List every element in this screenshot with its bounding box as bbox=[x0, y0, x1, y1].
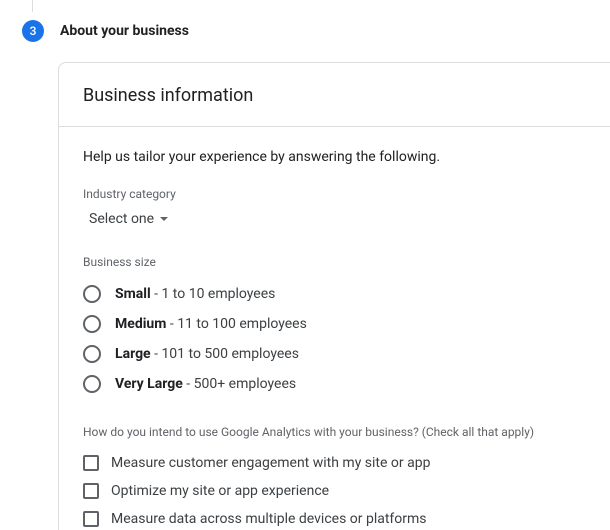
checkbox-icon bbox=[83, 483, 99, 499]
checkbox-label: Measure customer engagement with my site… bbox=[111, 455, 430, 471]
step-number-badge: 3 bbox=[22, 20, 44, 42]
size-radio-group: Small - 1 to 10 employees Medium - 11 to… bbox=[83, 279, 586, 399]
intro-text: Help us tailor your experience by answer… bbox=[83, 149, 586, 165]
size-option-medium[interactable]: Medium - 11 to 100 employees bbox=[83, 309, 586, 339]
usage-checkbox-group: Measure customer engagement with my site… bbox=[83, 449, 586, 530]
industry-selected: Select one bbox=[89, 211, 154, 227]
card-header: Business information bbox=[59, 63, 610, 127]
checkbox-icon bbox=[83, 455, 99, 471]
radio-icon bbox=[83, 285, 101, 303]
checkbox-label: Measure data across multiple devices or … bbox=[111, 511, 427, 527]
stepper-line bbox=[32, 0, 33, 12]
checkbox-label: Optimize my site or app experience bbox=[111, 483, 329, 499]
size-option-very-large[interactable]: Very Large - 500+ employees bbox=[83, 369, 586, 399]
radio-icon bbox=[83, 375, 101, 393]
step-header: 3 About your business bbox=[0, 0, 610, 62]
usage-option-optimize[interactable]: Optimize my site or app experience bbox=[83, 477, 586, 505]
step-number: 3 bbox=[30, 24, 37, 38]
usage-label: How do you intend to use Google Analytic… bbox=[83, 425, 586, 439]
checkbox-icon bbox=[83, 511, 99, 527]
usage-option-engagement[interactable]: Measure customer engagement with my site… bbox=[83, 449, 586, 477]
card-title: Business information bbox=[83, 85, 586, 106]
radio-label: Very Large - 500+ employees bbox=[115, 376, 296, 392]
chevron-down-icon bbox=[160, 217, 168, 221]
size-option-large[interactable]: Large - 101 to 500 employees bbox=[83, 339, 586, 369]
radio-label: Medium - 11 to 100 employees bbox=[115, 316, 307, 332]
radio-icon bbox=[83, 315, 101, 333]
card-body: Help us tailor your experience by answer… bbox=[59, 127, 610, 530]
industry-label: Industry category bbox=[83, 187, 586, 201]
business-info-card: Business information Help us tailor your… bbox=[58, 62, 610, 530]
usage-option-cross-device[interactable]: Measure data across multiple devices or … bbox=[83, 505, 586, 530]
radio-label: Small - 1 to 10 employees bbox=[115, 286, 275, 302]
radio-label: Large - 101 to 500 employees bbox=[115, 346, 299, 362]
size-label: Business size bbox=[83, 255, 586, 269]
size-option-small[interactable]: Small - 1 to 10 employees bbox=[83, 279, 586, 309]
radio-icon bbox=[83, 345, 101, 363]
industry-dropdown[interactable]: Select one bbox=[89, 211, 168, 227]
step-title: About your business bbox=[60, 23, 189, 39]
